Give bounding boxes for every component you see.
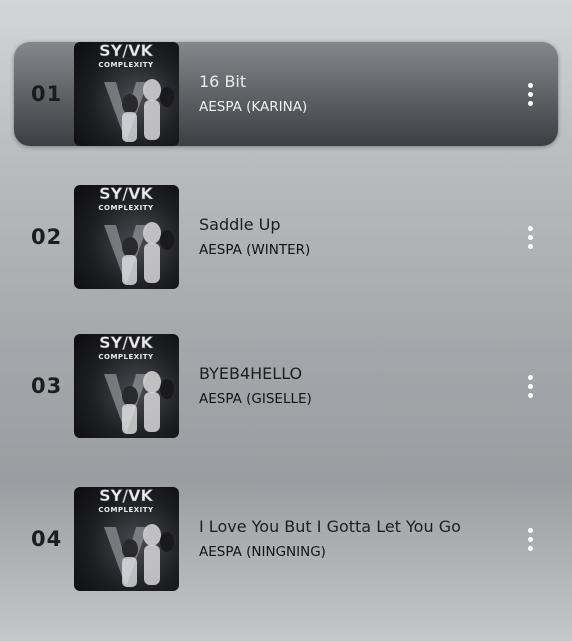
svg-text:COMPLEXITY: COMPLEXITY	[98, 204, 154, 212]
track-row[interactable]: 01 SY/VK COMPLEXITY 16 Bit AESPA (KARINA…	[14, 42, 558, 146]
svg-text:SY/VK: SY/VK	[99, 42, 153, 60]
album-art: SY/VK COMPLEXITY	[74, 42, 179, 146]
track-info: I Love You But I Gotta Let You Go AESPA …	[199, 517, 461, 561]
track-number: 01	[31, 82, 63, 106]
track-title[interactable]: I Love You But I Gotta Let You Go	[199, 517, 461, 537]
track-row[interactable]: 04 SY/VK COMPLEXITY I Love You But I Got…	[14, 487, 558, 591]
svg-text:SY/VK: SY/VK	[99, 487, 153, 505]
svg-text:COMPLEXITY: COMPLEXITY	[98, 61, 154, 69]
more-vertical-icon	[527, 374, 533, 380]
svg-text:COMPLEXITY: COMPLEXITY	[98, 506, 154, 514]
more-vertical-icon	[527, 225, 533, 231]
track-artist[interactable]: AESPA (WINTER)	[199, 241, 310, 259]
track-info: BYEB4HELLO AESPA (GISELLE)	[199, 364, 312, 408]
track-number: 04	[31, 527, 63, 551]
svg-text:COMPLEXITY: COMPLEXITY	[98, 353, 154, 361]
track-artist[interactable]: AESPA (NINGNING)	[199, 543, 461, 561]
more-vertical-icon	[527, 527, 533, 533]
track-title[interactable]: BYEB4HELLO	[199, 364, 312, 384]
track-number: 02	[31, 225, 63, 249]
more-vertical-icon	[527, 82, 533, 88]
track-title[interactable]: Saddle Up	[199, 215, 310, 235]
track-list: 01 SY/VK COMPLEXITY 16 Bit AESPA (KARINA…	[0, 0, 572, 641]
svg-text:SY/VK: SY/VK	[99, 334, 153, 352]
album-art: SY/VK COMPLEXITY	[74, 487, 179, 591]
more-options-button[interactable]	[518, 78, 542, 110]
album-art: SY/VK COMPLEXITY	[74, 334, 179, 438]
track-row[interactable]: 02 SY/VK COMPLEXITY Saddle Up AESPA (WIN…	[14, 185, 558, 289]
more-options-button[interactable]	[518, 523, 542, 555]
track-title[interactable]: 16 Bit	[199, 72, 307, 92]
track-row[interactable]: 03 SY/VK COMPLEXITY BYEB4HELLO AESPA (GI…	[14, 334, 558, 438]
track-info: 16 Bit AESPA (KARINA)	[199, 72, 307, 116]
track-artist[interactable]: AESPA (KARINA)	[199, 98, 307, 116]
svg-text:SY/VK: SY/VK	[99, 185, 153, 203]
more-options-button[interactable]	[518, 221, 542, 253]
album-art: SY/VK COMPLEXITY	[74, 185, 179, 289]
more-options-button[interactable]	[518, 370, 542, 402]
track-artist[interactable]: AESPA (GISELLE)	[199, 390, 312, 408]
track-number: 03	[31, 374, 63, 398]
track-info: Saddle Up AESPA (WINTER)	[199, 215, 310, 259]
